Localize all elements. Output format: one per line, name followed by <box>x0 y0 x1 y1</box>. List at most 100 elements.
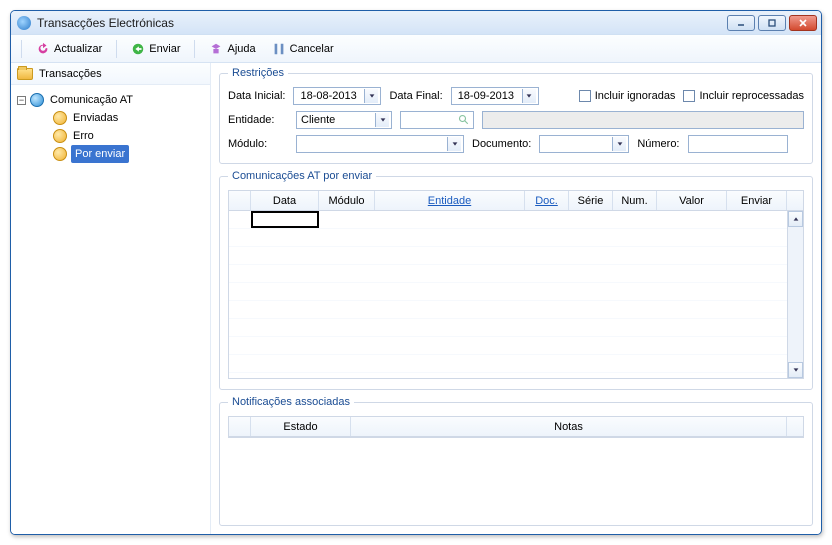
table-header: Estado Notas <box>229 417 803 437</box>
documento-label: Documento: <box>472 138 531 150</box>
data-inicial-value: 18-08-2013 <box>300 90 356 102</box>
incluir-ignoradas-label: Incluir ignoradas <box>595 90 676 102</box>
scroll-down-button[interactable] <box>788 362 803 378</box>
chevron-down-icon[interactable] <box>364 89 378 103</box>
numero-input[interactable] <box>688 135 788 153</box>
table-header: Data Módulo Entidade Doc. Série Num. Val… <box>229 191 803 211</box>
vertical-scrollbar[interactable] <box>787 211 803 378</box>
th-scroll-spacer <box>787 417 803 436</box>
sidebar: Transacções − Comunicação AT Enviadas Er… <box>11 63 211 534</box>
tree-root[interactable]: − Comunicação AT <box>15 91 206 109</box>
th-estado[interactable]: Estado <box>251 417 351 436</box>
restricoes-fieldset: Restrições Data Inicial: 18-08-2013 Data… <box>219 67 813 164</box>
maximize-icon <box>767 18 777 28</box>
entidade-search-input[interactable] <box>400 111 474 129</box>
folder-icon <box>17 68 33 80</box>
th-blank[interactable] <box>229 191 251 210</box>
modulo-combo[interactable] <box>296 135 464 153</box>
app-window: Transacções Electrónicas Actualizar <box>10 10 822 535</box>
help-icon <box>209 42 223 56</box>
data-final-label: Data Final: <box>389 90 442 102</box>
incluir-ignoradas-checkbox[interactable]: Incluir ignoradas <box>579 90 676 102</box>
maximize-button[interactable] <box>758 15 786 31</box>
documento-combo[interactable] <box>539 135 629 153</box>
numero-label: Número: <box>637 138 679 150</box>
notificacoes-table: Estado Notas <box>228 416 804 438</box>
data-final-input[interactable]: 18-09-2013 <box>451 87 539 105</box>
refresh-icon <box>36 42 50 56</box>
app-icon <box>17 16 31 30</box>
node-icon <box>53 129 67 143</box>
th-scroll-spacer <box>787 191 803 210</box>
tree-toggle-icon[interactable]: − <box>17 96 26 105</box>
toolbar-separator <box>21 40 22 58</box>
actualizar-button[interactable]: Actualizar <box>30 39 108 59</box>
checkbox-icon <box>683 90 695 102</box>
data-inicial-input[interactable]: 18-08-2013 <box>293 87 381 105</box>
th-num[interactable]: Num. <box>613 191 657 210</box>
node-icon <box>53 147 67 161</box>
cancelar-label: Cancelar <box>290 43 334 55</box>
minimize-button[interactable] <box>727 15 755 31</box>
sidebar-header: Transacções <box>11 63 210 85</box>
enviar-button[interactable]: Enviar <box>125 39 186 59</box>
incluir-reprocessadas-checkbox[interactable]: Incluir reprocessadas <box>683 90 804 102</box>
toolbar-separator <box>116 40 117 58</box>
chevron-down-icon[interactable] <box>612 137 626 151</box>
globe-icon <box>30 93 44 107</box>
search-icon <box>458 114 470 126</box>
tree-item-por-enviar[interactable]: Por enviar <box>15 145 206 163</box>
tree-item-erro[interactable]: Erro <box>15 127 206 145</box>
th-data[interactable]: Data <box>251 191 319 210</box>
entidade-value: Cliente <box>301 114 335 126</box>
actualizar-label: Actualizar <box>54 43 102 55</box>
tree-root-label: Comunicação AT <box>48 91 135 109</box>
cancelar-button[interactable]: Cancelar <box>266 39 340 59</box>
ajuda-label: Ajuda <box>227 43 255 55</box>
tree-item-label: Por enviar <box>71 145 129 163</box>
entidade-combo[interactable]: Cliente <box>296 111 392 129</box>
chevron-down-icon[interactable] <box>375 113 389 127</box>
incluir-reprocessadas-label: Incluir reprocessadas <box>699 90 804 102</box>
send-icon <box>131 42 145 56</box>
th-modulo[interactable]: Módulo <box>319 191 375 210</box>
titlebar: Transacções Electrónicas <box>11 11 821 35</box>
comunicacoes-table: Data Módulo Entidade Doc. Série Num. Val… <box>228 190 804 379</box>
sidebar-header-label: Transacções <box>39 68 102 80</box>
tree-item-enviadas[interactable]: Enviadas <box>15 109 206 127</box>
table-body[interactable] <box>229 211 803 378</box>
body: Transacções − Comunicação AT Enviadas Er… <box>11 63 821 534</box>
notificacoes-legend: Notificações associadas <box>228 396 354 408</box>
cancel-icon <box>272 42 286 56</box>
window-title: Transacções Electrónicas <box>37 16 727 30</box>
scroll-up-button[interactable] <box>788 211 803 227</box>
entidade-label: Entidade: <box>228 114 288 126</box>
node-icon <box>53 111 67 125</box>
tree-item-label: Enviadas <box>71 109 120 127</box>
th-entidade[interactable]: Entidade <box>375 191 525 210</box>
tree: − Comunicação AT Enviadas Erro <box>11 85 210 169</box>
th-valor[interactable]: Valor <box>657 191 727 210</box>
chevron-down-icon[interactable] <box>522 89 536 103</box>
toolbar: Actualizar Enviar Ajuda Cancelar <box>11 35 821 63</box>
notificacoes-fieldset: Notificações associadas Estado Notas <box>219 396 813 526</box>
th-enviar[interactable]: Enviar <box>727 191 787 210</box>
th-doc[interactable]: Doc. <box>525 191 569 210</box>
th-serie[interactable]: Série <box>569 191 613 210</box>
chevron-down-icon[interactable] <box>447 137 461 151</box>
enviar-label: Enviar <box>149 43 180 55</box>
toolbar-separator <box>194 40 195 58</box>
close-button[interactable] <box>789 15 817 31</box>
comunicacoes-fieldset: Comunicações AT por enviar Data Módulo E… <box>219 170 813 390</box>
data-inicial-label: Data Inicial: <box>228 90 285 102</box>
active-cell[interactable] <box>251 211 319 228</box>
main: Restrições Data Inicial: 18-08-2013 Data… <box>211 63 821 534</box>
ajuda-button[interactable]: Ajuda <box>203 39 261 59</box>
th-blank[interactable] <box>229 417 251 436</box>
tree-item-label: Erro <box>71 127 96 145</box>
restricoes-legend: Restrições <box>228 67 288 79</box>
th-notas[interactable]: Notas <box>351 417 787 436</box>
entidade-display <box>482 111 804 129</box>
close-icon <box>798 18 808 28</box>
modulo-label: Módulo: <box>228 138 288 150</box>
